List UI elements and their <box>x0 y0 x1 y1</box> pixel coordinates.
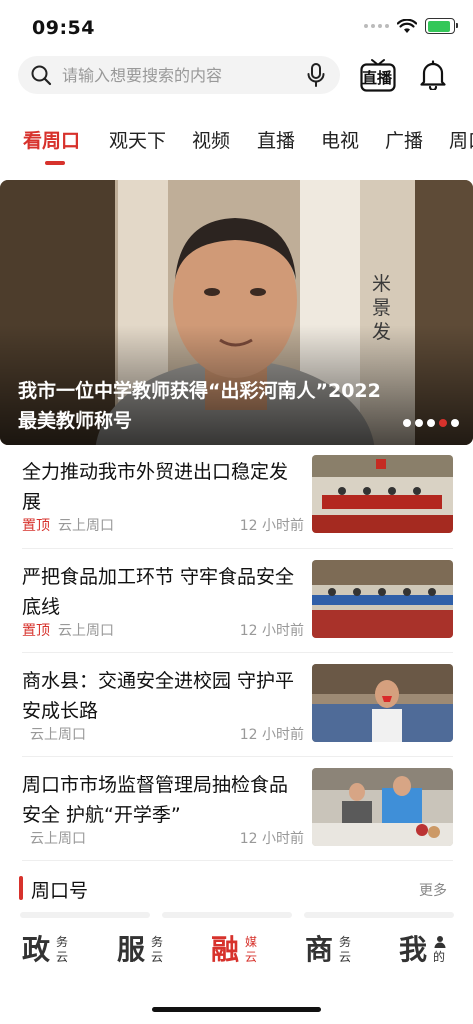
search-box[interactable] <box>18 56 340 94</box>
home-indicator <box>152 1007 321 1012</box>
live-tv-button[interactable]: 直播 <box>360 58 396 94</box>
search-input[interactable] <box>62 56 298 94</box>
news-thumbnail[interactable] <box>312 768 453 846</box>
news-source: 云上周口 <box>30 727 86 743</box>
news-source: 云上周口 <box>58 518 114 534</box>
section-title: 周口号 <box>31 880 89 902</box>
banner-title[interactable]: 我市一位中学教师获得“出彩河南人”2022最美教师称号 <box>18 376 398 436</box>
nav-fuwu-small: 务云 <box>151 935 164 964</box>
news-time: 12 小时前 <box>239 831 304 847</box>
news-headline[interactable]: 严把食品加工环节 守牢食品安全底线 <box>22 562 297 622</box>
banner-carousel[interactable]: 米景发 我市一位中学教师获得“出彩河南人”2022最美教师称号 <box>0 180 473 445</box>
nav-rongmei-big: 融 <box>211 933 240 966</box>
status-icons <box>364 18 458 34</box>
news-meta: 云上周口 12 小时前 <box>22 724 304 744</box>
nav-zhengwu-small: 务云 <box>56 935 69 964</box>
pinned-tag: 置顶 <box>22 518 50 534</box>
nav-rongmei[interactable]: 融 媒云 <box>211 932 263 972</box>
divider <box>22 652 453 653</box>
banner-dot <box>451 419 459 427</box>
news-headline[interactable]: 商水县：交通安全进校园 守护平安成长路 <box>22 666 297 726</box>
news-time: 12 小时前 <box>239 727 304 743</box>
status-bar: 09:54 <box>0 0 473 56</box>
news-item[interactable]: 全力推动我市外贸进出口稳定发展 置顶 云上周口 12 小时前 <box>0 455 473 559</box>
nav-shangwu-small: 务云 <box>339 935 352 964</box>
news-item[interactable]: 商水县：交通安全进校园 守护平安成长路 云上周口 12 小时前 <box>0 664 473 768</box>
nav-mine-small: 的 <box>433 950 446 964</box>
banner-dot <box>427 419 435 427</box>
banner-dot <box>403 419 411 427</box>
tab-live[interactable]: 直播 <box>257 126 295 153</box>
news-thumbnail[interactable] <box>312 455 453 533</box>
nav-zhengwu[interactable]: 政 务云 <box>22 932 74 972</box>
tab-kan-zhoukou[interactable]: 看周口 <box>23 126 80 153</box>
divider <box>22 756 453 757</box>
active-tab-indicator <box>45 161 65 165</box>
news-meta: 置顶 云上周口 12 小时前 <box>22 620 304 640</box>
nav-shangwu-big: 商 <box>305 933 334 966</box>
channel-tabs: 看周口 观天下 视频 直播 电视 广播 周口 <box>0 120 473 170</box>
news-thumbnail[interactable] <box>312 664 453 742</box>
nav-fuwu-big: 服 <box>117 933 146 966</box>
nav-shangwu[interactable]: 商 务云 <box>305 932 357 972</box>
news-item[interactable]: 严把食品加工环节 守牢食品安全底线 置顶 云上周口 12 小时前 <box>0 560 473 664</box>
nav-fuwu[interactable]: 服 务云 <box>117 932 169 972</box>
status-time: 09:54 <box>32 17 95 39</box>
bell-icon[interactable] <box>419 60 447 90</box>
news-source: 云上周口 <box>30 831 86 847</box>
tab-tv[interactable]: 电视 <box>321 126 359 153</box>
news-time: 12 小时前 <box>239 518 304 534</box>
news-time: 12 小时前 <box>239 623 304 639</box>
search-row: 直播 <box>0 56 473 96</box>
search-icon <box>31 65 52 86</box>
live-label: 直播 <box>362 69 393 87</box>
tab-guan-tianxia[interactable]: 观天下 <box>109 126 166 153</box>
banner-dot-active <box>439 419 447 427</box>
banner-pagination <box>403 419 459 427</box>
wifi-icon <box>397 18 417 33</box>
divider <box>22 548 453 549</box>
person-icon <box>434 936 446 948</box>
cellular-signal-icon <box>364 24 389 28</box>
nav-mine-big: 我 <box>399 933 428 966</box>
news-headline[interactable]: 全力推动我市外贸进出口稳定发展 <box>22 457 297 517</box>
battery-icon <box>425 18 458 34</box>
section-cards-strip <box>0 912 473 920</box>
nav-mine[interactable]: 我 的 <box>399 932 451 972</box>
section-accent-bar <box>19 876 23 900</box>
section-header: 周口号 更多 <box>0 870 473 906</box>
more-link[interactable]: 更多 <box>419 880 447 900</box>
news-meta: 置顶 云上周口 12 小时前 <box>22 515 304 535</box>
news-headline[interactable]: 周口市市场监督管理局抽检食品安全 护航“开学季” <box>22 770 297 830</box>
news-thumbnail[interactable] <box>312 560 453 638</box>
news-source: 云上周口 <box>58 623 114 639</box>
tab-radio[interactable]: 广播 <box>385 126 423 153</box>
battery-fill <box>427 20 450 32</box>
pinned-tag: 置顶 <box>22 623 50 639</box>
tab-video[interactable]: 视频 <box>192 126 230 153</box>
microphone-icon[interactable] <box>306 63 326 87</box>
news-meta: 云上周口 12 小时前 <box>22 828 304 848</box>
nav-rongmei-small: 媒云 <box>245 935 258 964</box>
divider <box>22 860 453 861</box>
nav-zhengwu-big: 政 <box>22 933 51 966</box>
tab-zhoukou[interactable]: 周口 <box>449 126 473 153</box>
banner-dot <box>415 419 423 427</box>
news-item[interactable]: 周口市市场监督管理局抽检食品安全 护航“开学季” 云上周口 12 小时前 <box>0 768 473 872</box>
